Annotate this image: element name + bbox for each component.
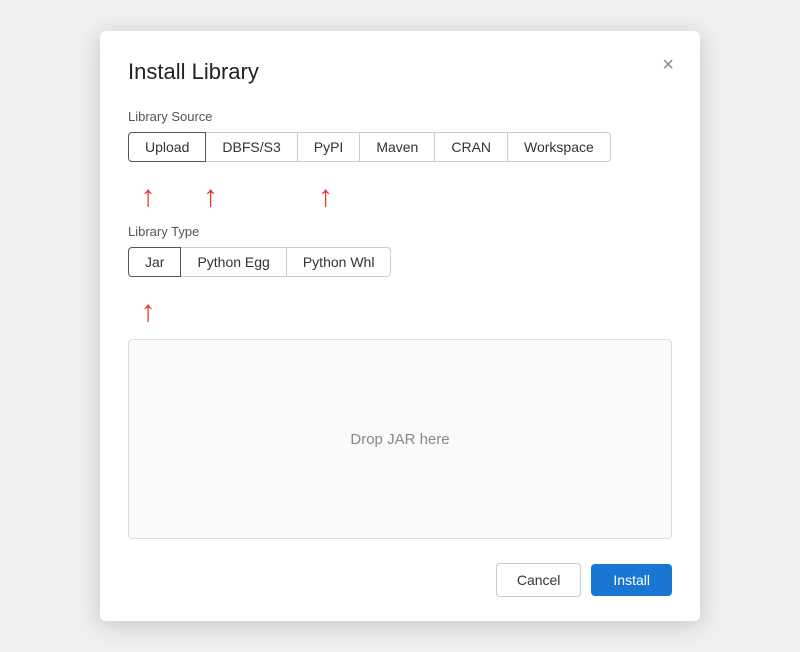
close-button[interactable]: × — [656, 51, 680, 79]
library-source-label: Library Source — [128, 109, 672, 124]
type-tab-jar[interactable]: Jar — [128, 247, 181, 277]
dbfs-arrow: ↑ — [168, 182, 253, 212]
library-type-tabs: JarPython EggPython Whl — [128, 247, 672, 277]
type-tab-python-egg[interactable]: Python Egg — [180, 247, 286, 277]
drop-zone-text: Drop JAR here — [350, 431, 449, 448]
upload-arrow: ↑ — [128, 182, 168, 212]
maven-arrow: ↑ — [253, 182, 333, 212]
cancel-button[interactable]: Cancel — [496, 563, 582, 597]
source-tab-workspace[interactable]: Workspace — [507, 132, 611, 162]
install-button[interactable]: Install — [591, 564, 672, 596]
source-tab-cran[interactable]: CRAN — [434, 132, 508, 162]
library-source-tabs: UploadDBFS/S3PyPIMavenCRANWorkspace — [128, 132, 672, 162]
source-tab-maven[interactable]: Maven — [359, 132, 435, 162]
jar-arrow: ↑ — [128, 297, 168, 327]
type-tab-python-whl[interactable]: Python Whl — [286, 247, 392, 277]
source-tab-pypi[interactable]: PyPI — [297, 132, 361, 162]
install-library-dialog: Install Library × Library Source UploadD… — [100, 31, 700, 621]
dialog-title: Install Library — [128, 59, 672, 85]
source-tab-upload[interactable]: Upload — [128, 132, 206, 162]
drop-zone[interactable]: Drop JAR here — [128, 339, 672, 539]
dialog-footer: Cancel Install — [128, 563, 672, 597]
library-type-label: Library Type — [128, 224, 672, 239]
source-tab-dbfs-s3[interactable]: DBFS/S3 — [205, 132, 297, 162]
